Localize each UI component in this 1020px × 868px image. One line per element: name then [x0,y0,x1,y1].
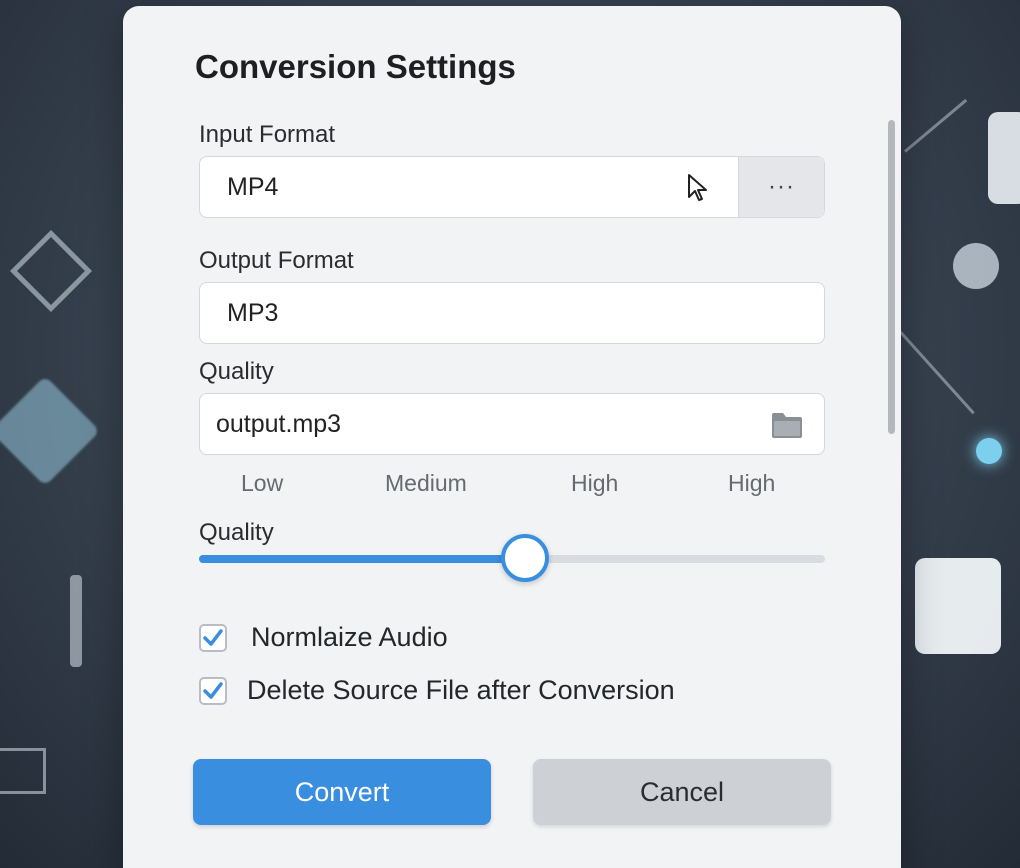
input-format-field[interactable]: MP4 ··· [199,156,825,218]
browse-more-button[interactable]: ··· [738,157,824,217]
conversion-settings-dialog: Conversion Settings Input Format MP4 ···… [123,6,901,868]
bg-circle [953,243,999,289]
cancel-button[interactable]: Cancel [533,759,831,825]
output-file-field[interactable]: output.mp3 [199,393,825,455]
quality-level-labels: Low Medium High High [123,470,901,500]
quality-slider-fill [199,555,525,563]
normalize-audio-checkbox[interactable] [199,623,227,652]
quality-level-high: High [571,470,619,496]
delete-source-checkbox[interactable] [199,676,227,705]
quality-level-low: Low [241,470,284,496]
bg-line [904,98,968,153]
normalize-audio-label: Normlaize Audio [251,622,448,652]
bg-line [898,330,975,415]
bg-square [988,112,1020,204]
quality-level-high-2: High [728,470,776,496]
bg-diamond-outline [9,229,93,313]
output-format-value: MP3 [227,299,279,327]
bg-square [915,558,1001,654]
delete-source-label: Delete Source File after Conversion [247,675,675,705]
more-icon: ··· [768,173,795,200]
checkmark-icon [203,681,223,699]
normalize-audio-row[interactable]: Normlaize Audio [199,622,448,653]
quality-slider-label: Quality [199,519,274,546]
output-format-field[interactable]: MP3 [199,282,825,344]
bg-bar [70,575,82,667]
input-format-label: Input Format [199,121,336,148]
convert-button[interactable]: Convert [193,759,491,825]
checkmark-icon [203,628,223,646]
delete-source-row[interactable]: Delete Source File after Conversion [199,675,675,706]
bg-rect-outline [0,748,46,794]
dialog-title: Conversion Settings [195,48,516,85]
output-file-value: output.mp3 [216,410,342,438]
output-file-label: Quality [199,358,274,385]
quality-slider-thumb[interactable] [500,534,549,582]
cursor-icon [688,174,707,201]
bg-diamond-filled [0,375,101,487]
scrollbar[interactable] [888,120,895,434]
quality-level-medium: Medium [385,470,467,496]
bg-glow-dot [976,438,1002,464]
input-format-value: MP4 [227,173,279,201]
quality-slider[interactable] [199,534,825,582]
folder-icon[interactable] [770,411,804,439]
output-format-label: Output Format [199,247,354,274]
